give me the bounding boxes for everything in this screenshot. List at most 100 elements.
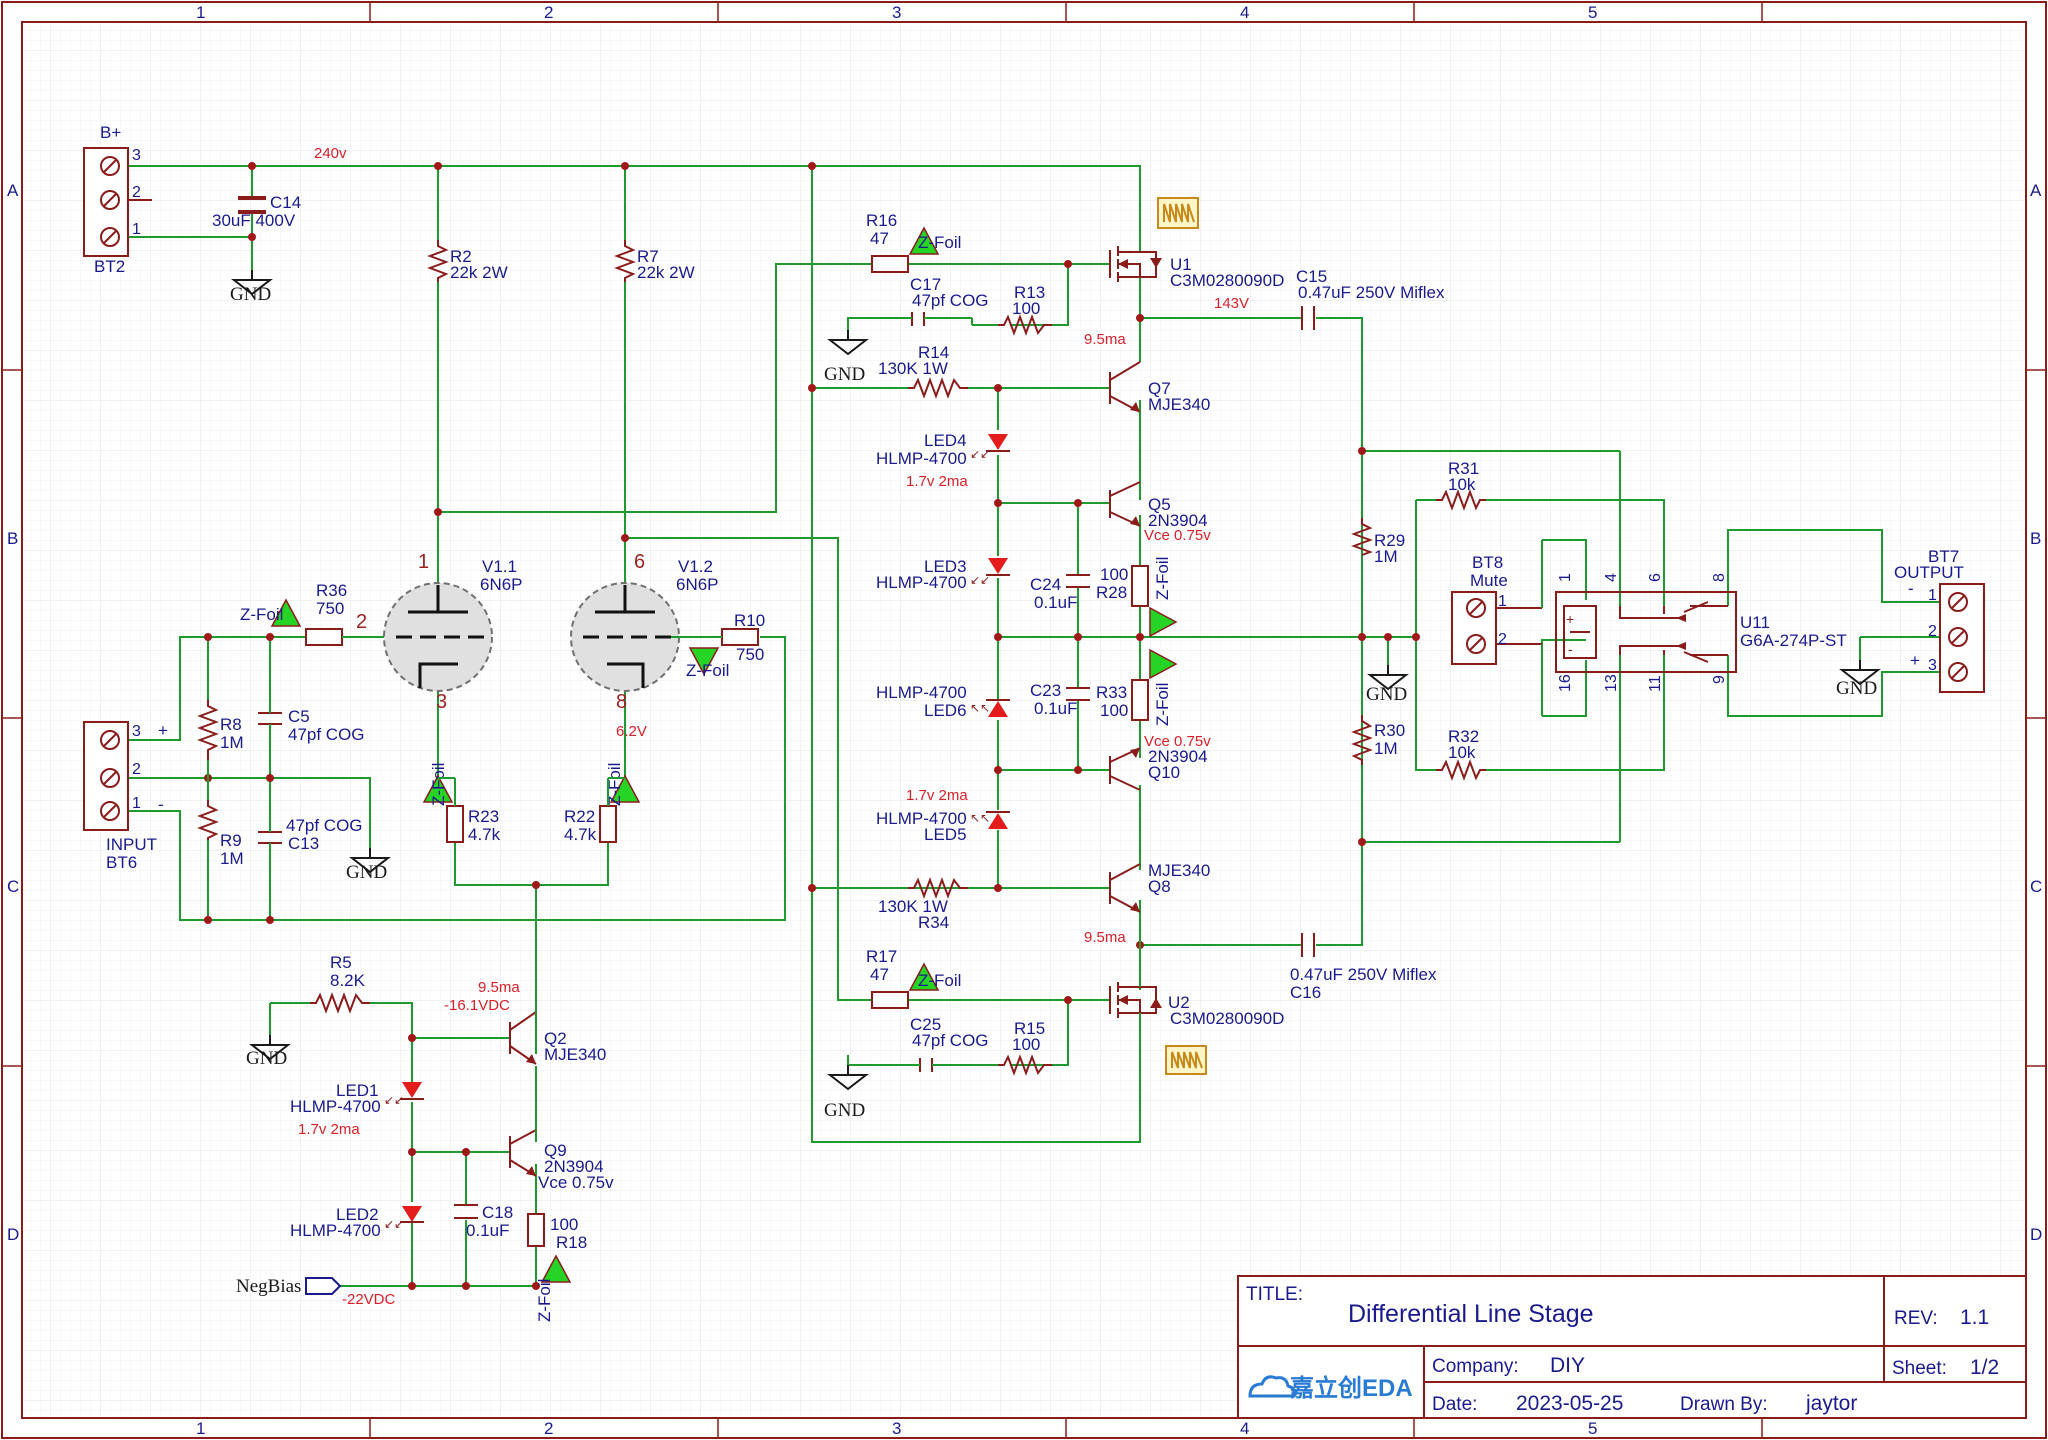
svg-text:↙↙: ↙↙ [384,1217,404,1231]
date-label: Date: [1432,1394,1477,1415]
part-value: 8.2K [330,971,366,990]
pin-number: 9 [1711,675,1728,684]
part-value: 47pf COG [912,1031,989,1050]
part-value: 47pf COG [286,816,363,835]
pin-number: 2 [132,184,141,201]
part-designator: R5 [330,953,352,972]
part-value: G6A-274P-ST [1740,631,1847,650]
col-label: 4 [1240,1419,1249,1438]
pin-number: 1 [1928,587,1937,604]
zfoil-label: Z-Foil [918,233,961,252]
svg-text:GND: GND [824,364,865,385]
col-label: 1 [196,3,205,22]
schematic-sheet: 1 2 3 4 5 1 2 3 4 5 A B C D A B C D 3 2 … [1,1,2047,1439]
part-value: MJE340 [544,1045,606,1064]
part-designator: Q10 [1148,763,1180,782]
part-value: 47pf COG [288,725,365,744]
svg-text:-: - [1568,641,1573,657]
part-value: 100 [1012,1035,1040,1054]
svg-text:↙↙: ↙↙ [970,447,990,461]
part-value: 1M [1374,547,1398,566]
part-designator: LED4 [924,431,967,450]
svg-text:GND: GND [1366,684,1407,705]
voltage-annotation: 143V [1214,295,1249,312]
part-designator: R33 [1096,683,1127,702]
part-value: 47pf COG [912,291,989,310]
zfoil-label: Z-Foil [686,661,729,680]
col-label: 3 [892,3,901,22]
heatsink-icon [1157,197,1199,229]
part-value: 4.7k [468,825,501,844]
pin-number: 2 [1928,623,1937,640]
part-value: 0.1uF [1034,699,1077,718]
part-designator: R36 [316,581,347,600]
part-designator: BT2 [94,257,125,276]
pin-number: 4 [1603,573,1620,582]
part-value: 1M [220,849,244,868]
current-annotation: 9.5ma [1084,331,1126,348]
part-designator: R18 [556,1233,587,1252]
part-value: B+ [100,123,121,142]
part-value: 10k [1448,475,1476,494]
title-block: TITLE: Differential Line Stage REV: 1.1 … [1237,1275,2027,1419]
part-value: Mute [1470,571,1508,590]
zfoil-label: Z-Foil [918,971,961,990]
part-designator: R22 [564,807,595,826]
svg-text:↙↙: ↙↙ [384,1093,404,1107]
sheet-label: Sheet: [1892,1358,1947,1379]
pin-number: 1 [1557,573,1574,582]
pin-number: 13 [1603,674,1620,692]
part-designator: U11 [1740,613,1770,632]
svg-text:↖↖: ↖↖ [970,811,990,825]
part-value: 47 [870,229,889,248]
row-label: D [7,1225,19,1244]
part-value: 22k 2W [637,263,695,282]
part-value: 0.1uF [1034,593,1077,612]
title-label: TITLE: [1246,1284,1303,1305]
pin-number: 1 [132,221,141,238]
led-annotation: 1.7v 2ma [906,787,968,804]
zfoil-label: Z-Foil [429,763,448,806]
svg-text:+: + [1566,611,1574,627]
part-designator: V1.2 [678,557,713,576]
svg-text:GND: GND [1836,678,1877,699]
polarity-minus: - [158,795,164,814]
date-value: 2023-05-25 [1516,1392,1623,1415]
part-value: 30uF 400V [212,211,296,230]
part-designator: R30 [1374,721,1405,740]
row-label: A [2030,181,2042,200]
voltage-annotation: 240v [314,145,347,162]
part-value: C3M0280090D [1170,271,1284,290]
pin-number: 11 [1647,675,1664,692]
part-designator: C18 [482,1203,513,1222]
sheet-value: 1/2 [1970,1356,1999,1379]
zfoil-label: Z-Foil [1153,683,1172,726]
part-designator: V1.1 [482,557,517,576]
part-value: 750 [736,645,764,664]
current-annotation: 9.5ma [1084,929,1126,946]
vce-annotation: Vce 0.75v [538,1173,614,1192]
pin-number: 3 [132,147,141,164]
pin-number: 2 [356,611,367,633]
part-value: 0.47uF 250V Miflex [1290,965,1437,984]
pin-number: 8 [1711,573,1728,582]
part-value: 100 [1100,565,1128,584]
pin-number: 3 [132,723,141,740]
pin-number: 2 [1498,631,1507,648]
part-value: MJE340 [1148,395,1210,414]
part-designator: R34 [918,913,949,932]
drawn-label: Drawn By: [1680,1394,1768,1415]
zfoil-label: Z-Foil [535,1279,554,1322]
polarity-plus: + [1910,651,1920,670]
vce-annotation: Vce 0.75v [1144,527,1211,544]
part-designator: BT6 [106,853,137,872]
part-designator: C13 [288,834,319,853]
part-value: 47 [870,965,889,984]
part-designator: LED5 [924,825,967,844]
pin-number: 3 [1928,657,1937,674]
svg-text:GND: GND [246,1048,287,1069]
row-label: C [2030,877,2042,896]
svg-text:GND: GND [230,284,271,305]
part-designator: R23 [468,807,499,826]
current-annotation: 9.5ma [478,979,520,996]
